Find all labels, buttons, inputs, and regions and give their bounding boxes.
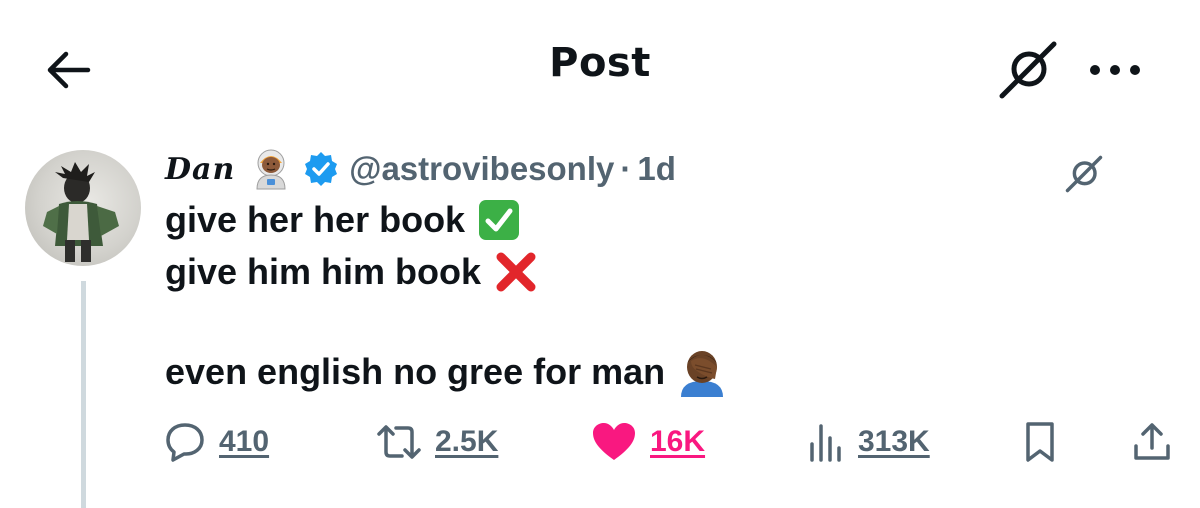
avatar-photo	[43, 162, 119, 262]
grok-button[interactable]	[996, 38, 1060, 102]
post-text-line: give him him book	[165, 248, 539, 296]
post-author-row: Dan @astrovibesonly · 1d	[165, 144, 676, 194]
analytics-icon	[810, 424, 841, 462]
share-button[interactable]	[1130, 412, 1174, 472]
cross-mark-emoji	[496, 252, 536, 292]
author-handle[interactable]: @astrovibesonly	[349, 150, 614, 188]
share-icon	[1134, 423, 1170, 460]
grok-icon	[1065, 155, 1103, 193]
post-text-content: give him him book	[165, 251, 482, 292]
thread-connector-line	[81, 281, 86, 508]
views-count: 313K	[858, 425, 930, 458]
bookmark-button[interactable]	[1020, 412, 1060, 472]
repost-count: 2.5K	[435, 425, 499, 458]
author-display-name[interactable]: Dan	[165, 152, 235, 187]
separator-dot: ·	[620, 150, 632, 187]
facepalm-emoji	[681, 351, 724, 397]
post-text-line: even english no gree for man	[165, 348, 727, 397]
post-action-bar: 410 2.5K 16K 313K	[0, 412, 1200, 472]
astronaut-emoji	[256, 149, 286, 190]
bookmark-icon	[1026, 422, 1054, 462]
like-count: 16K	[650, 425, 706, 458]
grok-icon	[999, 41, 1057, 99]
reply-count: 410	[219, 425, 270, 458]
like-button[interactable]: 16K	[590, 412, 705, 472]
post-text-content: give her her book	[165, 199, 466, 240]
repost-icon	[377, 425, 421, 459]
repost-button[interactable]: 2.5K	[375, 412, 498, 472]
heart-filled-icon	[593, 423, 635, 460]
views-button[interactable]: 313K	[806, 412, 930, 472]
more-options-button[interactable]	[1085, 50, 1145, 90]
check-mark-emoji	[479, 200, 520, 240]
avatar[interactable]	[25, 150, 141, 266]
reply-icon	[166, 423, 204, 462]
top-app-bar: Post	[0, 0, 1200, 130]
verified-badge-icon	[305, 152, 338, 186]
post-text-content: even english no gree for man	[165, 351, 666, 392]
reply-button[interactable]: 410	[163, 412, 269, 472]
grok-explain-button[interactable]	[1058, 148, 1110, 200]
post-text-line: give her her book	[165, 196, 521, 244]
more-horizontal-icon	[1090, 65, 1140, 75]
post-timestamp[interactable]: 1d	[637, 150, 676, 188]
